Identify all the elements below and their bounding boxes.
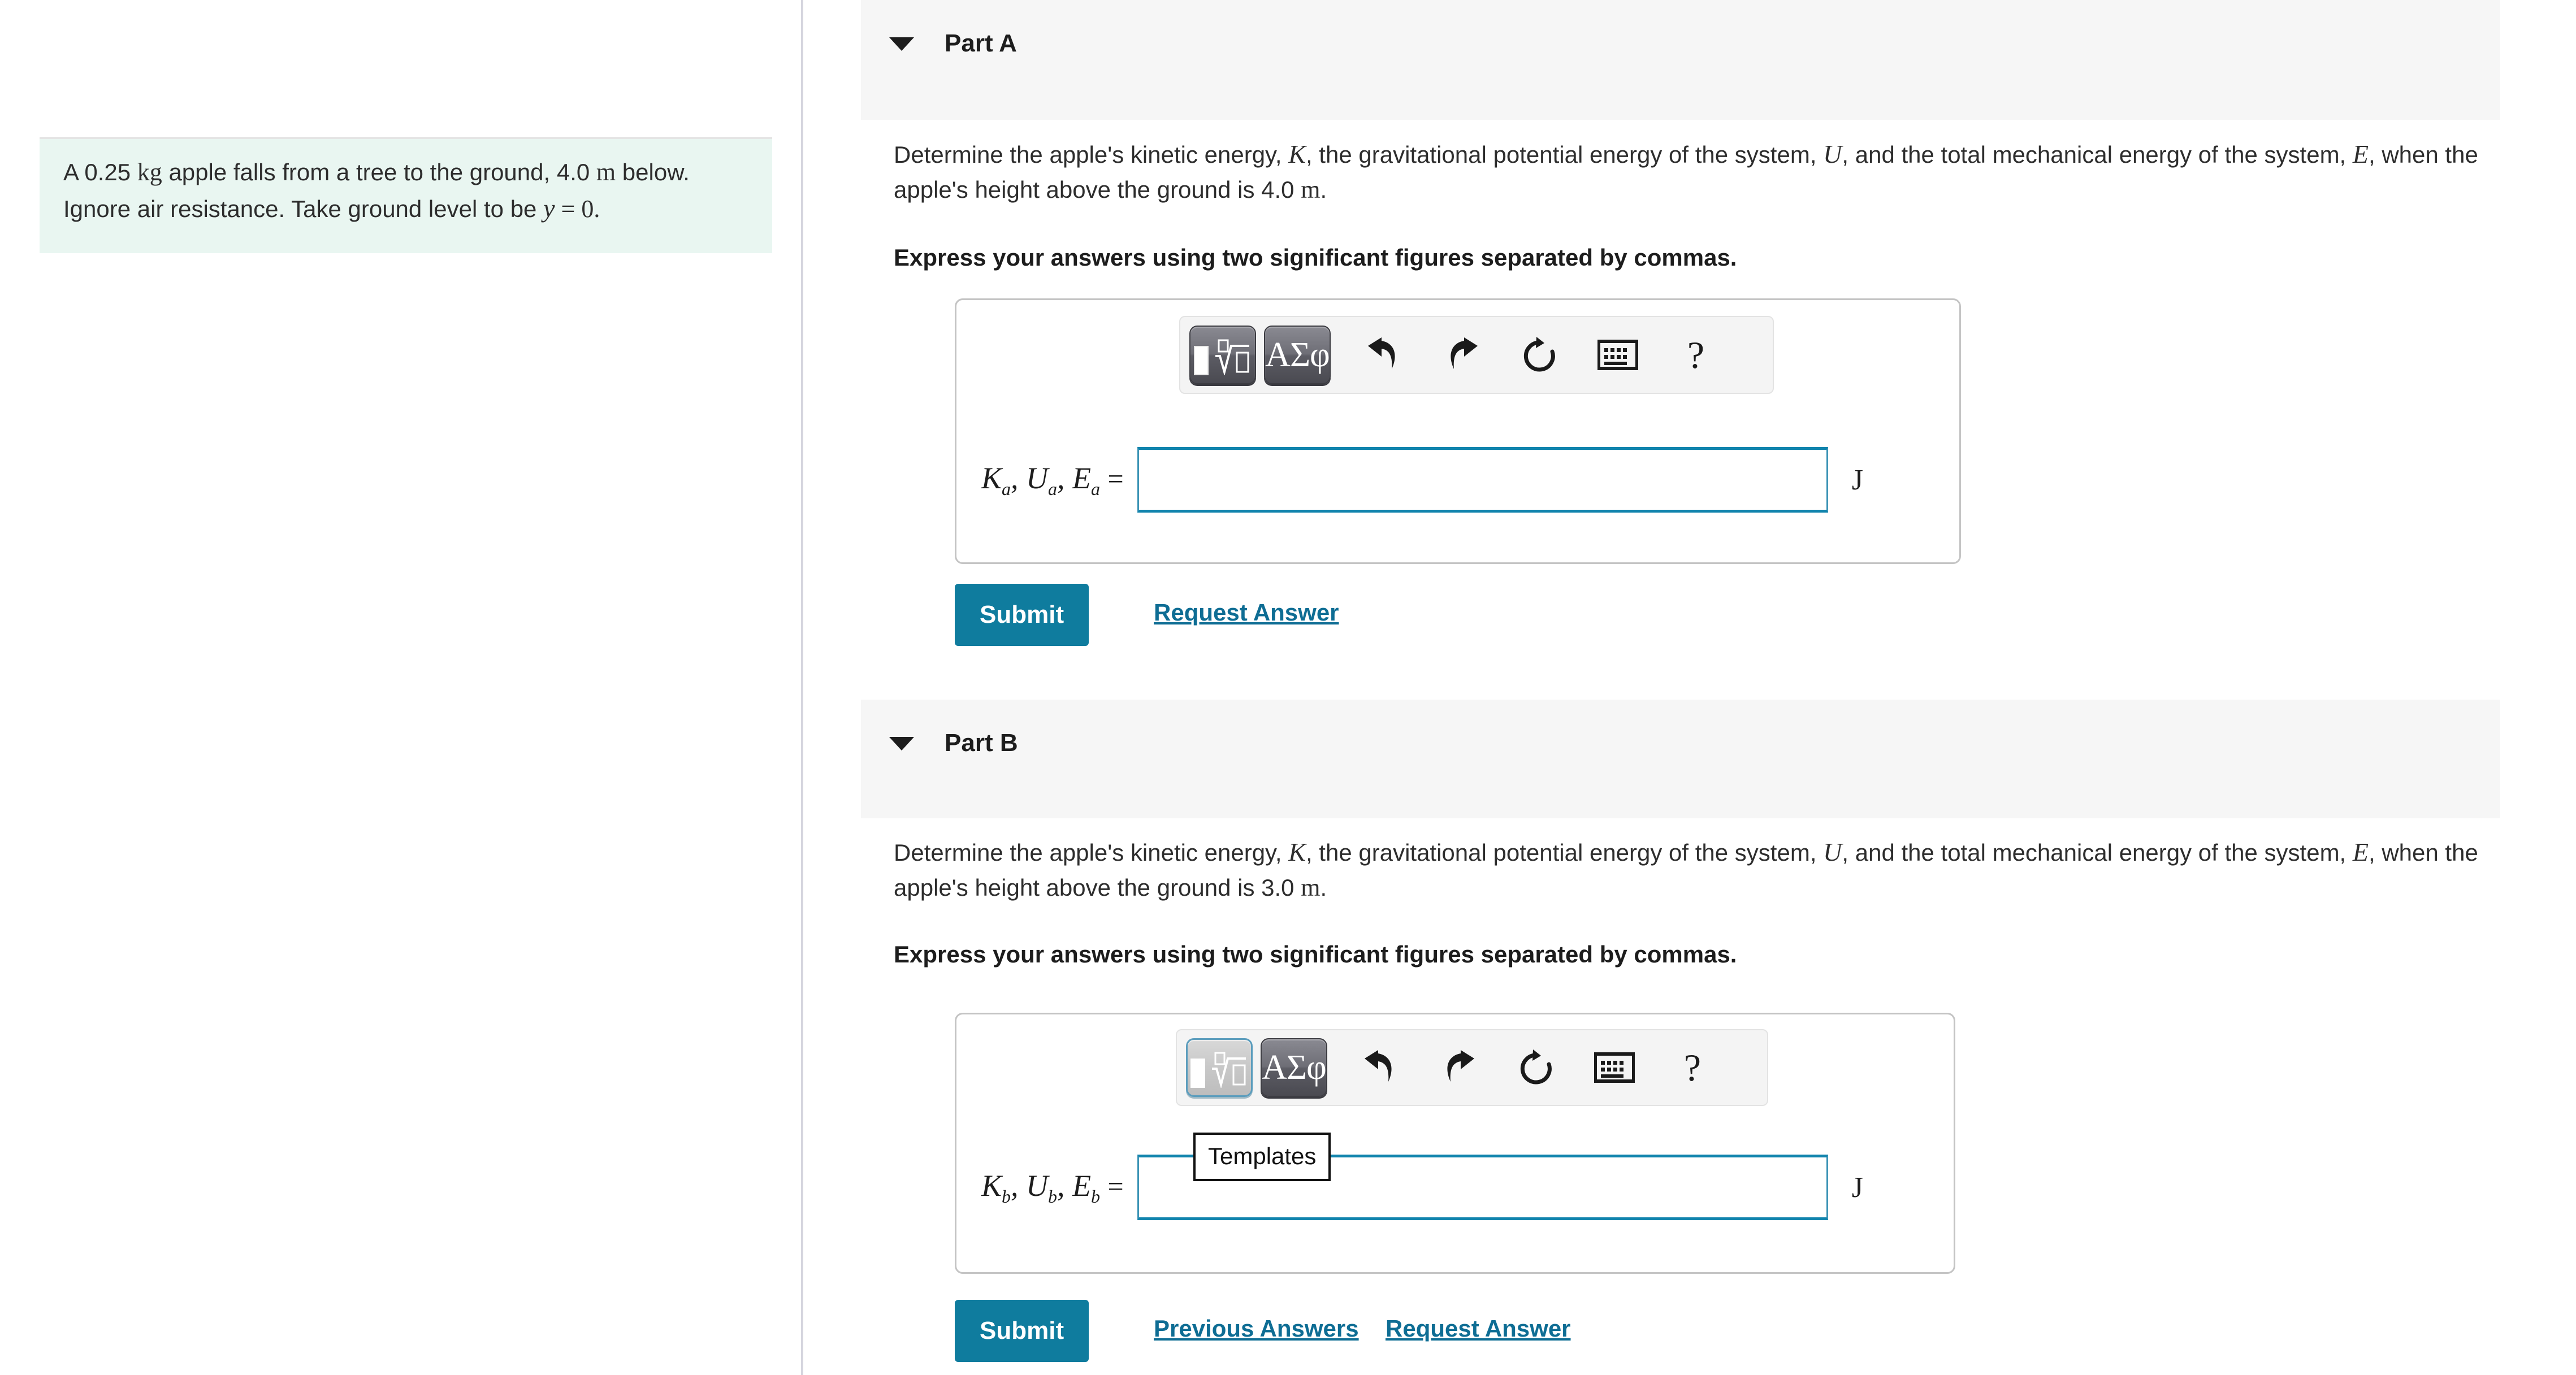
templates-icon (1194, 335, 1252, 375)
label-U-b: U (1026, 1168, 1049, 1203)
label-U-a: U (1026, 461, 1049, 495)
q-b-text-3: , and the total mechanical (1842, 839, 2113, 866)
q-b-text-2: , the gravitational potential energy of … (1305, 839, 1824, 866)
undo-arrow-icon[interactable] (1350, 326, 1418, 384)
part-a-request-answer-link[interactable]: Request Answer (1154, 599, 1339, 626)
part-b-unit: J (1851, 1171, 1863, 1204)
templates-button[interactable] (1189, 326, 1256, 384)
part-b-instruction: Express your answers using two significa… (894, 941, 1737, 968)
equals-sign-b: = (1107, 1170, 1124, 1202)
help-button[interactable]: ? (1659, 1038, 1726, 1097)
part-b-header[interactable]: Part B (861, 700, 2500, 818)
symbol-E: E (2352, 140, 2369, 168)
part-b-request-answer-link[interactable]: Request Answer (1386, 1315, 1571, 1342)
unit-m-b: m (1301, 874, 1321, 902)
part-b-input-row: Kb, Ub, Eb = J (981, 1155, 1863, 1220)
unit-m-a: m (1301, 176, 1321, 204)
part-a-question: Determine the apple's kinetic energy, K,… (894, 136, 2493, 208)
templates-button[interactable] (1186, 1038, 1253, 1097)
q-b-text-6: . (1320, 874, 1327, 901)
greek-symbols-button[interactable]: ΑΣφ (1261, 1038, 1327, 1097)
q-a-text-4: energy of the system, (2119, 141, 2353, 168)
part-a-title: Part A (945, 29, 1017, 57)
greek-symbols-button[interactable]: ΑΣφ (1264, 326, 1331, 384)
help-label: ? (1683, 1046, 1702, 1089)
caret-down-icon[interactable] (889, 37, 914, 51)
part-a-math-toolbar: ΑΣφ ? (1179, 316, 1774, 394)
part-a-answer-label: Ka, Ua, Ea = (981, 461, 1124, 499)
part-b-answer-label: Kb, Ub, Eb = (981, 1168, 1124, 1207)
q-b-text-4: energy of the system, (2119, 839, 2353, 866)
part-b-title: Part B (945, 729, 1018, 757)
part-a-submit-button[interactable]: Submit (955, 584, 1089, 646)
problem-text-part-5: = 0. (555, 195, 600, 223)
q-a-text-3: , and the total mechanical (1842, 141, 2113, 168)
redo-arrow-icon[interactable] (1425, 1038, 1492, 1097)
label-E-a: E (1072, 461, 1092, 495)
symbol-K: K (1288, 140, 1306, 168)
part-b-math-toolbar: ΑΣφ ? (1176, 1029, 1768, 1106)
symbol-K: K (1288, 838, 1306, 866)
redo-arrow-icon[interactable] (1428, 326, 1496, 384)
help-label: ? (1687, 333, 1705, 376)
part-b-submit-button[interactable]: Submit (955, 1300, 1089, 1362)
templates-tooltip: Templates (1193, 1133, 1331, 1181)
equals-sign-a: = (1107, 462, 1124, 495)
unit-m: m (596, 158, 616, 186)
symbol-U: U (1823, 140, 1842, 168)
q-a-text-6: . (1320, 176, 1327, 203)
q-a-text-2: , the gravitational potential energy of … (1305, 141, 1824, 168)
label-E-b: E (1072, 1168, 1092, 1203)
parts-container: Part A Determine the apple's kinetic ene… (803, 0, 2576, 1375)
greek-symbols-label: ΑΣφ (1265, 336, 1330, 374)
help-button[interactable]: ? (1662, 326, 1730, 384)
subscript-b-E: b (1091, 1186, 1101, 1207)
keyboard-icon[interactable] (1581, 1038, 1648, 1097)
subscript-b-K: b (1002, 1186, 1011, 1207)
subscript-b-U: b (1048, 1186, 1058, 1207)
subscript-a-E: a (1091, 478, 1101, 499)
symbol-U: U (1823, 838, 1842, 866)
assignment-page: A 0.25 kg apple falls from a tree to the… (0, 0, 2576, 1375)
part-b-previous-answers-link[interactable]: Previous Answers (1154, 1315, 1359, 1342)
q-a-text-1: Determine the apple's kinetic energy, (894, 141, 1289, 168)
part-b-answer-panel: ΑΣφ ? Kb, Ub, Eb = J (955, 1013, 1955, 1274)
keyboard-icon[interactable] (1584, 326, 1652, 384)
part-a-instruction: Express your answers using two significa… (894, 244, 1737, 271)
undo-arrow-icon[interactable] (1347, 1038, 1414, 1097)
label-K-b: K (981, 1168, 1002, 1203)
problem-text-part-4: to be (484, 196, 544, 223)
greek-symbols-label: ΑΣφ (1262, 1048, 1327, 1087)
part-a-unit: J (1851, 463, 1863, 496)
part-a-input-row: Ka, Ua, Ea = J (981, 447, 1863, 513)
problem-text-part-1: A 0.25 (63, 159, 137, 185)
label-K-a: K (981, 461, 1002, 495)
problem-statement-card: A 0.25 kg apple falls from a tree to the… (40, 137, 772, 253)
subscript-a-U: a (1048, 478, 1058, 499)
problem-statement-text: A 0.25 kg apple falls from a tree to the… (63, 155, 748, 227)
q-b-text-1: Determine the apple's kinetic energy, (894, 839, 1289, 866)
part-a-answer-panel: ΑΣφ ? Ka, Ua, Ea = J (955, 298, 1961, 564)
part-b-question: Determine the apple's kinetic energy, K,… (894, 834, 2493, 906)
problem-sidebar: A 0.25 kg apple falls from a tree to the… (0, 0, 802, 1375)
problem-text-part-2: apple falls from a tree to the ground, 4… (162, 159, 590, 185)
unit-kg: kg (137, 158, 162, 186)
part-a-answer-input[interactable] (1137, 447, 1828, 513)
subscript-a-K: a (1002, 478, 1011, 499)
reset-circular-arrow-icon[interactable] (1506, 326, 1574, 384)
reset-circular-arrow-icon[interactable] (1503, 1038, 1570, 1097)
symbol-y: y (543, 194, 555, 223)
symbol-E: E (2352, 838, 2369, 866)
templates-icon (1190, 1047, 1248, 1088)
caret-down-icon[interactable] (889, 737, 914, 751)
part-a-header[interactable]: Part A (861, 0, 2500, 120)
